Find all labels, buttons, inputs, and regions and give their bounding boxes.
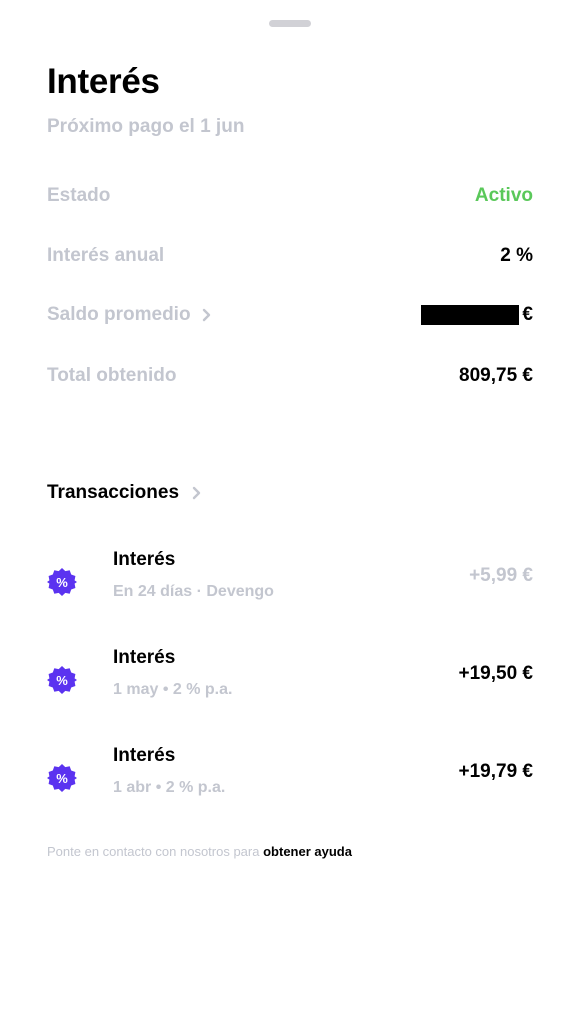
annual-interest-row: Interés anual 2 % xyxy=(47,241,533,271)
transaction-amount: +19,50 € xyxy=(458,663,534,684)
chevron-right-icon xyxy=(199,307,215,323)
total-earned-value: 809,75 € xyxy=(459,365,533,386)
chevron-right-icon xyxy=(189,485,205,501)
transaction-title: Interés xyxy=(113,745,176,766)
transaction-title: Interés xyxy=(113,549,176,570)
help-footer: Ponte en contacto con nosotros para obte… xyxy=(47,844,352,859)
annual-interest-label: Interés anual xyxy=(47,245,165,266)
percent-badge-icon: % xyxy=(47,763,77,793)
get-help-link[interactable]: obtener ayuda xyxy=(263,844,352,859)
transaction-item[interactable]: % Interés En 24 días · Devengo +5,99 € xyxy=(47,549,533,619)
transactions-heading: Transacciones xyxy=(47,482,180,503)
total-earned-row: Total obtenido 809,75 € xyxy=(47,361,533,391)
average-balance-currency: € xyxy=(522,304,533,325)
sheet-drag-handle[interactable] xyxy=(269,20,311,27)
transaction-subtitle: 1 may • 2 % p.a. xyxy=(113,681,233,698)
svg-text:%: % xyxy=(56,575,68,590)
transaction-item[interactable]: % Interés 1 may • 2 % p.a. +19,50 € xyxy=(47,647,533,717)
status-value: Activo xyxy=(474,185,533,206)
page-title: Interés xyxy=(47,62,160,101)
average-balance-row[interactable]: Saldo promedio € xyxy=(47,300,533,330)
transaction-item[interactable]: % Interés 1 abr • 2 % p.a. +19,79 € xyxy=(47,745,533,815)
average-balance-label: Saldo promedio xyxy=(47,304,191,325)
transaction-subtitle: 1 abr • 2 % p.a. xyxy=(113,779,226,796)
svg-text:%: % xyxy=(56,771,68,786)
transaction-amount: +5,99 € xyxy=(469,565,533,586)
transaction-title: Interés xyxy=(113,647,176,668)
percent-badge-icon: % xyxy=(47,567,77,597)
svg-text:%: % xyxy=(56,673,68,688)
next-payment-subtitle: Próximo pago el 1 jun xyxy=(47,116,245,137)
status-row: Estado Activo xyxy=(47,181,533,211)
average-balance-value: € xyxy=(421,304,533,326)
annual-interest-value: 2 % xyxy=(500,245,533,266)
redacted-amount xyxy=(421,305,520,325)
transaction-subtitle: En 24 días · Devengo xyxy=(113,583,274,600)
transactions-header[interactable]: Transacciones xyxy=(47,482,205,504)
transaction-amount: +19,79 € xyxy=(458,761,534,782)
average-balance-label-group[interactable]: Saldo promedio xyxy=(47,304,215,326)
total-earned-label: Total obtenido xyxy=(47,365,177,386)
percent-badge-icon: % xyxy=(47,665,77,695)
status-label: Estado xyxy=(47,185,111,206)
help-footer-text: Ponte en contacto con nosotros para xyxy=(47,844,260,859)
